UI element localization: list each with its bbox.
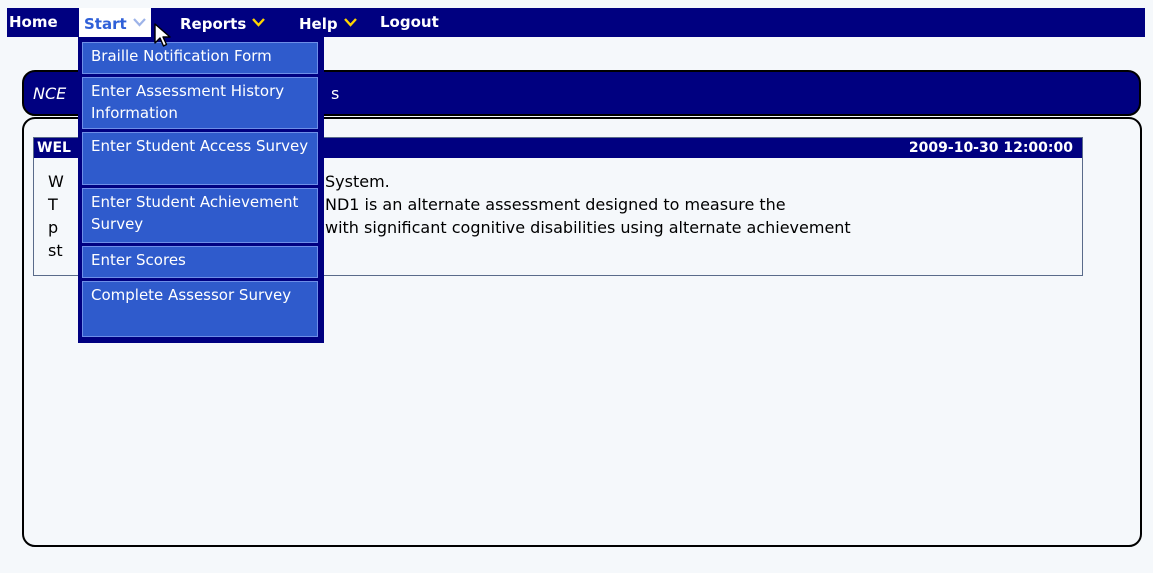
welcome-line2-right: ND1 is an alternate assessment designed … bbox=[325, 195, 786, 214]
dropdown-item-label: Enter Scores bbox=[91, 251, 186, 269]
menu-home[interactable]: Home bbox=[9, 8, 58, 37]
welcome-header-title: WEL bbox=[37, 140, 71, 156]
welcome-line3-left: p bbox=[48, 218, 59, 237]
welcome-line1-left: W bbox=[48, 172, 64, 191]
top-menu-bar: Home Start Reports Help Logout bbox=[7, 8, 1145, 37]
welcome-timestamp: 2009-10-30 12:00:00 bbox=[908, 140, 1073, 156]
chevron-down-icon bbox=[132, 8, 146, 37]
welcome-text-left: W T p st bbox=[48, 170, 64, 262]
menu-start[interactable]: Start bbox=[79, 8, 151, 37]
page-title-suffix: s bbox=[331, 84, 340, 103]
dropdown-item-enter-scores[interactable]: Enter Scores bbox=[82, 246, 318, 278]
dropdown-item-label: Enter Student Access Survey bbox=[91, 137, 309, 155]
mouse-pointer-icon bbox=[154, 23, 172, 49]
welcome-line4-left: st bbox=[48, 241, 63, 260]
dropdown-item-braille-notification-form[interactable]: Braille Notification Form bbox=[82, 42, 318, 74]
welcome-line1-right: System. bbox=[325, 172, 390, 191]
dropdown-item-enter-assessment-history[interactable]: Enter Assessment History Information bbox=[82, 77, 318, 129]
dropdown-item-enter-student-access-survey[interactable]: Enter Student Access Survey bbox=[82, 132, 318, 185]
menu-logout-label: Logout bbox=[380, 13, 439, 31]
menu-start-label: Start bbox=[84, 15, 127, 33]
dropdown-item-label: Braille Notification Form bbox=[91, 47, 272, 65]
menu-help-label: Help bbox=[299, 15, 338, 33]
dropdown-item-enter-student-achievement-survey[interactable]: Enter Student Achievement Survey bbox=[82, 188, 318, 243]
welcome-line3-right: with significant cognitive disabilities … bbox=[325, 218, 851, 237]
menu-reports[interactable]: Reports bbox=[180, 8, 266, 37]
chevron-down-icon bbox=[252, 8, 266, 37]
menu-logout[interactable]: Logout bbox=[380, 8, 439, 37]
dropdown-item-label: Enter Student Achievement Survey bbox=[91, 193, 299, 233]
menu-reports-label: Reports bbox=[180, 15, 247, 33]
welcome-line2-left: T bbox=[48, 195, 58, 214]
dropdown-item-complete-assessor-survey[interactable]: Complete Assessor Survey bbox=[82, 281, 318, 337]
start-dropdown-menu: Braille Notification Form Enter Assessme… bbox=[78, 37, 324, 343]
chevron-down-icon bbox=[343, 8, 357, 37]
page-title-prefix: NCE bbox=[33, 84, 67, 103]
welcome-text-right: System. ND1 is an alternate assessment d… bbox=[325, 170, 851, 239]
dropdown-item-label: Enter Assessment History Information bbox=[91, 82, 285, 122]
menu-home-label: Home bbox=[9, 13, 58, 31]
menu-help[interactable]: Help bbox=[299, 8, 357, 37]
dropdown-item-label: Complete Assessor Survey bbox=[91, 286, 292, 304]
